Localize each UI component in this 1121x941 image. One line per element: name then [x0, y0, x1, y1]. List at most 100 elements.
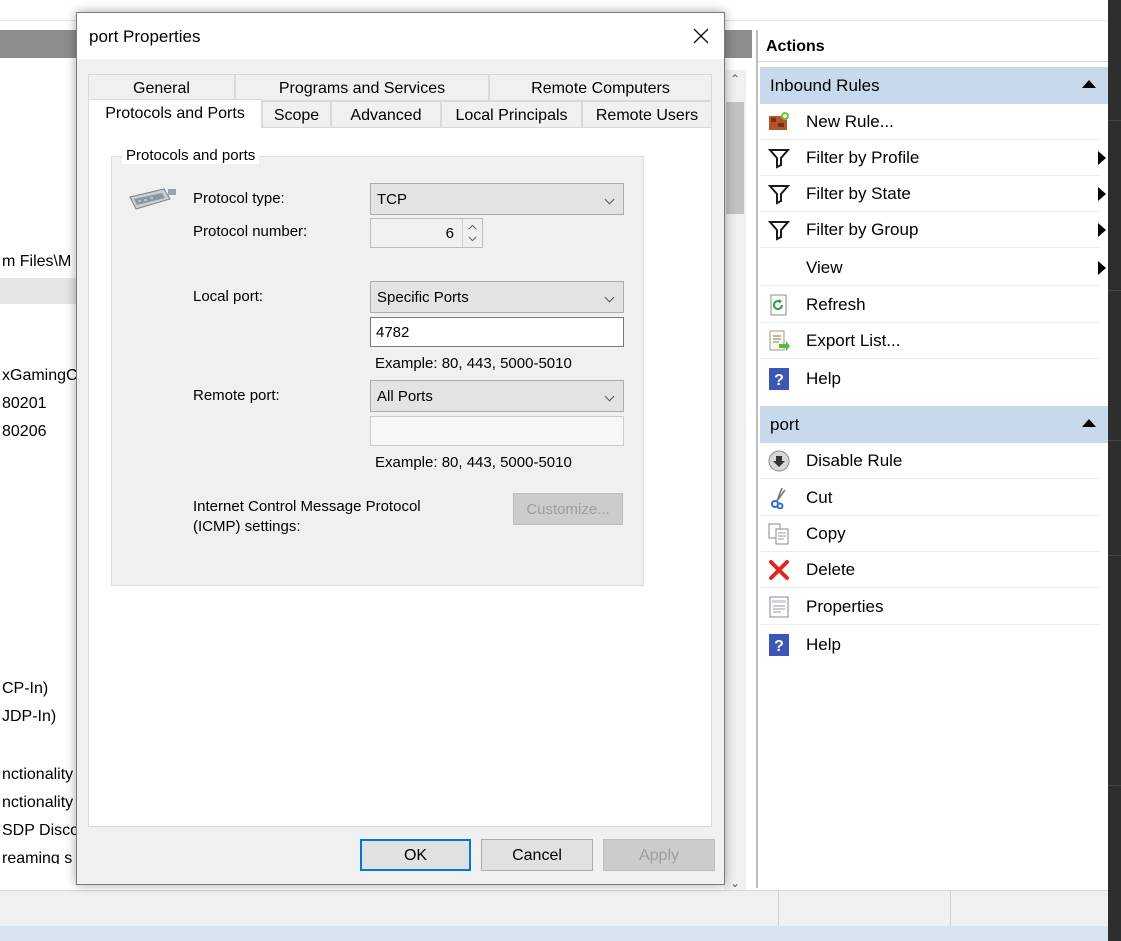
- action-help[interactable]: ? Help: [760, 361, 1100, 397]
- rules-list-text[interactable]: m Files\M: [2, 253, 71, 271]
- collapse-icon[interactable]: [1082, 419, 1096, 427]
- group-title: Protocols and ports: [122, 147, 260, 164]
- rules-list-selected-row[interactable]: [0, 278, 80, 304]
- network-cable-icon: [129, 188, 176, 210]
- submenu-arrow-icon: [1098, 151, 1106, 165]
- section-header-label: Inbound Rules: [770, 76, 880, 95]
- rules-list-text[interactable]: 80206: [2, 423, 47, 441]
- status-bar: [0, 890, 1108, 927]
- action-label: Export List...: [806, 331, 901, 350]
- help-icon: ?: [769, 368, 789, 390]
- action-view[interactable]: View: [760, 250, 1106, 286]
- action-label: Delete: [806, 560, 856, 579]
- action-label: Help: [806, 369, 841, 388]
- rules-list-text[interactable]: SDP Discov: [2, 822, 87, 840]
- dialog-title: port Properties: [89, 27, 201, 46]
- action-delete[interactable]: Delete: [760, 552, 1100, 588]
- action-label: View: [806, 258, 843, 277]
- filter-icon: [768, 149, 790, 169]
- rules-list-text[interactable]: 80201: [2, 395, 47, 413]
- action-properties[interactable]: Properties: [760, 589, 1100, 625]
- spinner-arrows-icon[interactable]: [462, 219, 482, 247]
- filter-icon: [768, 221, 790, 241]
- action-label: Help: [806, 635, 841, 654]
- refresh-icon: [770, 294, 787, 316]
- submenu-arrow-icon: [1098, 223, 1106, 237]
- action-export-list[interactable]: Export List...: [760, 323, 1100, 359]
- action-label: Refresh: [806, 295, 866, 314]
- tab-protocols-and-ports[interactable]: Protocols and Ports: [88, 99, 262, 128]
- submenu-arrow-icon: [1098, 187, 1106, 201]
- action-label: Filter by Group: [806, 220, 919, 239]
- svg-text:?: ?: [774, 372, 784, 389]
- rules-list-text[interactable]: CP-In): [2, 680, 48, 698]
- section-header-port[interactable]: port: [760, 406, 1108, 443]
- protocols-ports-group: Protocols and ports Protocol type: TCP P…: [111, 147, 644, 586]
- icmp-label-line2: (ICMP) settings:: [193, 518, 301, 535]
- section-header-label: port: [770, 415, 800, 434]
- remote-port-example: Example: 80, 443, 5000-5010: [375, 454, 572, 471]
- action-help-port[interactable]: ? Help: [760, 627, 1100, 663]
- disable-icon: [768, 450, 790, 472]
- tab-remote-computers[interactable]: Remote Computers: [489, 74, 712, 101]
- dialog-title-bar[interactable]: port Properties: [77, 13, 724, 59]
- copy-icon: [768, 523, 789, 545]
- tab-general[interactable]: General: [88, 74, 235, 101]
- action-filter-by-profile[interactable]: Filter by Profile: [760, 140, 1106, 176]
- rules-list-scrollbar[interactable]: ⌃ ⌄: [724, 70, 746, 898]
- rules-list-text[interactable]: JDP-In): [2, 708, 56, 726]
- action-new-rule[interactable]: New Rule...: [760, 104, 1100, 140]
- tab-programs-and-services[interactable]: Programs and Services: [235, 74, 489, 101]
- collapse-icon[interactable]: [1082, 80, 1096, 88]
- protocol-number-stepper[interactable]: 6: [370, 218, 483, 248]
- rules-list-text[interactable]: nctionality: [2, 766, 73, 784]
- scroll-up-icon[interactable]: ⌃: [724, 72, 746, 86]
- help-icon: ?: [769, 634, 789, 656]
- properties-icon: [769, 596, 789, 618]
- action-filter-by-group[interactable]: Filter by Group: [760, 212, 1106, 248]
- action-label: Disable Rule: [806, 451, 903, 470]
- action-label: Filter by Profile: [806, 148, 920, 167]
- local-port-combo[interactable]: Specific Ports: [370, 281, 624, 313]
- actions-title: Actions: [758, 30, 1108, 62]
- export-icon: [769, 330, 790, 351]
- customize-button[interactable]: Customize...: [513, 493, 623, 525]
- local-port-value: Specific Ports: [377, 289, 469, 306]
- tab-remote-users[interactable]: Remote Users: [582, 101, 712, 128]
- chevron-down-icon: [604, 194, 615, 205]
- port-properties-dialog: port Properties General Programs and Ser…: [76, 12, 725, 885]
- new-rule-icon: [769, 112, 789, 130]
- apply-button[interactable]: Apply: [603, 839, 715, 871]
- taskbar-strip: [0, 926, 1108, 941]
- protocol-number-value: 6: [445, 225, 454, 242]
- action-label: Filter by State: [806, 184, 911, 203]
- remote-port-value: All Ports: [377, 388, 433, 405]
- local-port-input[interactable]: 4782: [370, 317, 624, 347]
- protocol-type-label: Protocol type:: [193, 190, 285, 207]
- tab-local-principals[interactable]: Local Principals: [441, 101, 582, 128]
- rules-list-text[interactable]: xGamingC: [2, 367, 78, 385]
- ok-button[interactable]: OK: [360, 839, 471, 871]
- action-disable-rule[interactable]: Disable Rule: [760, 443, 1100, 479]
- scroll-down-icon[interactable]: ⌄: [724, 876, 746, 890]
- protocol-type-combo[interactable]: TCP: [370, 183, 624, 215]
- cancel-button[interactable]: Cancel: [481, 839, 593, 871]
- section-header-inbound-rules[interactable]: Inbound Rules: [760, 67, 1108, 104]
- action-cut[interactable]: Cut: [760, 480, 1100, 516]
- icmp-label-line1: Internet Control Message Protocol: [193, 498, 421, 515]
- remote-port-label: Remote port:: [193, 387, 280, 404]
- tab-scope[interactable]: Scope: [262, 101, 331, 128]
- remote-port-input[interactable]: [370, 416, 624, 446]
- action-filter-by-state[interactable]: Filter by State: [760, 176, 1106, 212]
- rules-list-text[interactable]: reaming s: [2, 850, 72, 864]
- svg-text:?: ?: [774, 638, 784, 655]
- close-icon[interactable]: [678, 13, 724, 59]
- local-port-example: Example: 80, 443, 5000-5010: [375, 355, 572, 372]
- tab-advanced[interactable]: Advanced: [331, 101, 441, 128]
- remote-port-combo[interactable]: All Ports: [370, 380, 624, 412]
- action-label: Properties: [806, 597, 884, 616]
- rules-list-text[interactable]: nctionality: [2, 794, 73, 812]
- action-copy[interactable]: Copy: [760, 516, 1100, 552]
- action-refresh[interactable]: Refresh: [760, 287, 1100, 323]
- scroll-thumb[interactable]: [726, 102, 744, 214]
